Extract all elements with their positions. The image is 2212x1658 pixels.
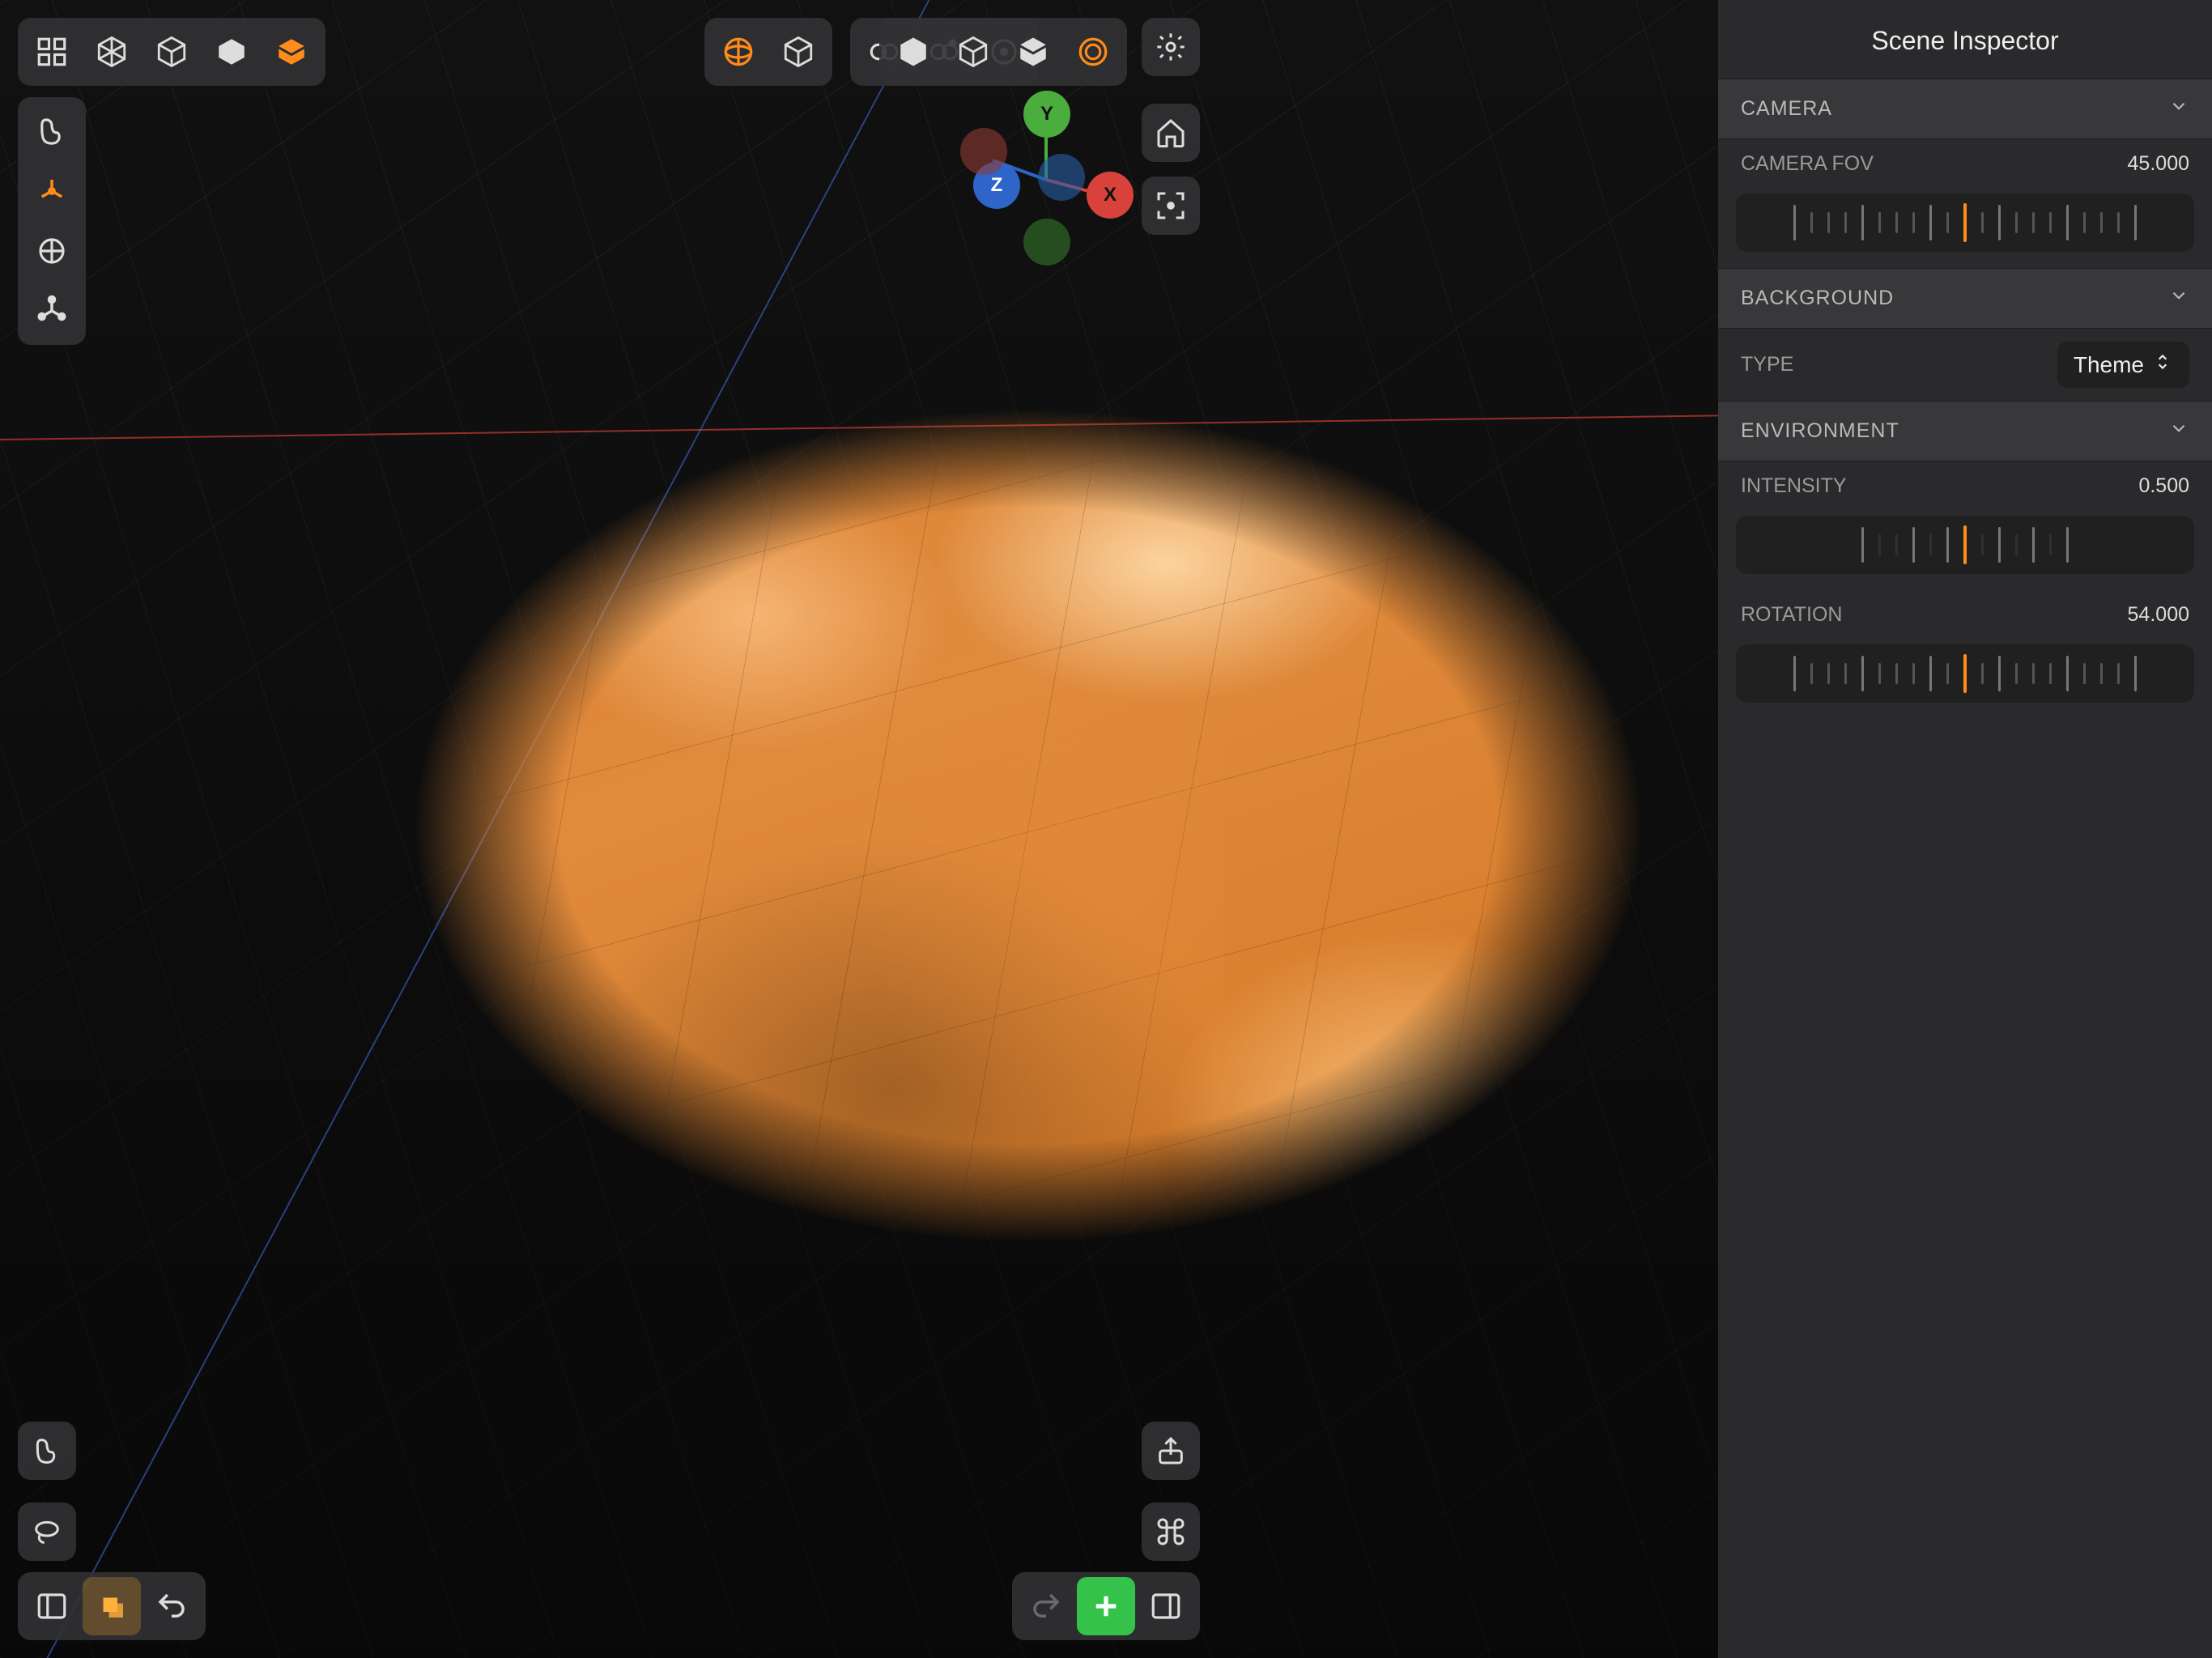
home-view-button[interactable] (1142, 104, 1200, 162)
shade-wire-button[interactable] (944, 23, 1002, 81)
gizmo-x-axis[interactable]: X (1087, 172, 1134, 219)
mesh-object[interactable] (340, 300, 1716, 1352)
frame-selection-button[interactable] (1142, 176, 1200, 235)
wireframe-cube-button[interactable] (83, 23, 141, 81)
background-section-header[interactable]: BACKGROUND (1718, 268, 2212, 329)
local-orient-button[interactable] (769, 23, 827, 81)
inspector-title: Scene Inspector (1718, 0, 2212, 79)
intensity-label: INTENSITY (1741, 474, 1847, 498)
bottom-right-group (1012, 1572, 1200, 1640)
display-mode-group (879, 18, 1127, 86)
type-value: Theme (2074, 352, 2144, 378)
toggle-sidebar-right-button[interactable] (1137, 1577, 1195, 1635)
share-button[interactable] (1142, 1422, 1200, 1480)
move-tool-button[interactable] (23, 162, 81, 220)
command-button[interactable] (1142, 1503, 1200, 1561)
camera-section-header[interactable]: CAMERA (1718, 79, 2212, 139)
toggle-sidebar-left-button[interactable] (23, 1577, 81, 1635)
rotation-value: 54.000 (2128, 603, 2189, 627)
shade-xray-button[interactable] (1004, 23, 1062, 81)
select-chevron-icon (2152, 351, 2173, 378)
layers-button[interactable] (83, 1577, 141, 1635)
gizmo-y-label: Y (1040, 103, 1053, 125)
environment-section-label: ENVIRONMENT (1741, 419, 1899, 443)
transform-tool-group (18, 97, 86, 345)
type-label: TYPE (1741, 353, 1793, 376)
intensity-value: 0.500 (2138, 474, 2189, 498)
viewport-settings-button[interactable] (1142, 18, 1200, 76)
shade-render-button[interactable] (1064, 23, 1122, 81)
lasso-tool-button[interactable] (18, 1503, 76, 1561)
chevron-down-icon (2168, 418, 2189, 444)
gizmo-x-label: X (1104, 184, 1117, 206)
orientation-group (704, 18, 832, 86)
shade-solid-button[interactable] (884, 23, 942, 81)
scale-tool-button[interactable] (23, 282, 81, 340)
camera-fov-row: CAMERA FOV 45.000 (1718, 139, 2212, 189)
environment-section-header[interactable]: ENVIRONMENT (1718, 401, 2212, 461)
rotate-tool-button[interactable] (23, 222, 81, 280)
flat-shade-button[interactable] (202, 23, 261, 81)
gizmo-y-axis[interactable]: Y (1023, 91, 1070, 138)
rotation-label: ROTATION (1741, 603, 1842, 627)
redo-button[interactable] (1017, 1577, 1075, 1635)
bottom-left-group (18, 1572, 206, 1640)
solid-cube-button[interactable] (143, 23, 201, 81)
gizmo-neg-x[interactable] (960, 128, 1007, 175)
orientation-gizmo[interactable]: Y X Z (965, 97, 1127, 259)
layout-grid-button[interactable] (23, 23, 81, 81)
gizmo-z-label: Z (991, 174, 1003, 197)
camera-fov-slider[interactable] (1736, 193, 2194, 252)
scene-inspector-panel: Scene Inspector CAMERA CAMERA FOV 45.000… (1718, 0, 2212, 1658)
chevron-down-icon (2168, 285, 2189, 312)
camera-fov-label: CAMERA FOV (1741, 152, 1874, 176)
shading-mode-group (18, 18, 325, 86)
add-object-button[interactable] (1077, 1577, 1135, 1635)
chevron-down-icon (2168, 96, 2189, 122)
undo-button[interactable] (143, 1577, 201, 1635)
material-shade-button[interactable] (262, 23, 321, 81)
global-orient-button[interactable] (709, 23, 768, 81)
background-section-label: BACKGROUND (1741, 287, 1894, 310)
gesture-tool-button[interactable] (18, 1422, 76, 1480)
gizmo-neg-y[interactable] (1023, 219, 1070, 266)
background-type-row: TYPE Theme (1718, 329, 2212, 401)
select-tool-button[interactable] (23, 102, 81, 160)
background-type-select[interactable]: Theme (2057, 342, 2189, 388)
camera-section-label: CAMERA (1741, 97, 1832, 121)
rotation-row: ROTATION 54.000 (1718, 590, 2212, 640)
rotation-slider[interactable] (1736, 644, 2194, 703)
intensity-row: INTENSITY 0.500 (1718, 461, 2212, 511)
gizmo-neg-axis[interactable] (1038, 154, 1085, 201)
camera-fov-value: 45.000 (2128, 152, 2189, 176)
viewport-3d[interactable]: Y X Z (0, 0, 1718, 1658)
intensity-slider[interactable] (1736, 516, 2194, 574)
